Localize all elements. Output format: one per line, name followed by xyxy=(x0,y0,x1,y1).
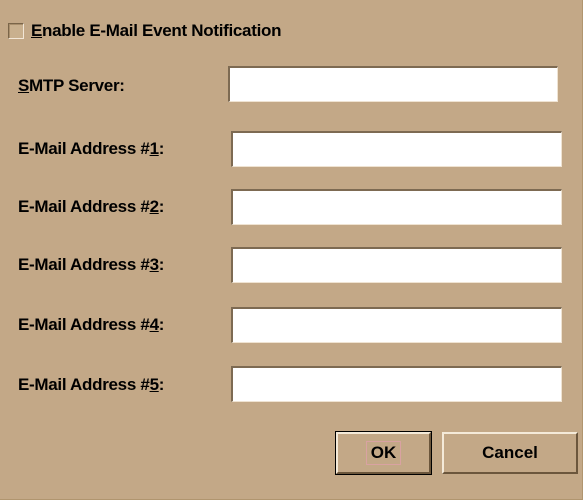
enable-email-notification-label[interactable]: Enable E-Mail Event Notification xyxy=(31,21,281,41)
email-address-1-label: E-Mail Address #1: xyxy=(18,139,165,158)
ok-button[interactable]: OK xyxy=(335,431,432,475)
email-address-3-label: E-Mail Address #3: xyxy=(18,255,165,274)
email-address-3-input[interactable] xyxy=(231,247,562,283)
email-address-4-input[interactable] xyxy=(231,307,562,343)
ok-button-label: OK xyxy=(365,441,402,465)
smtp-server-label: SMTP Server: xyxy=(18,76,125,95)
cancel-button-label: Cancel xyxy=(482,443,538,462)
smtp-server-input[interactable] xyxy=(228,66,558,102)
email-address-5-input[interactable] xyxy=(231,366,562,402)
enable-email-notification-checkbox[interactable] xyxy=(8,23,24,39)
enable-email-notification-option[interactable]: Enable E-Mail Event Notification xyxy=(8,20,281,42)
email-notification-dialog: Enable E-Mail Event Notification SMTP Se… xyxy=(0,0,583,500)
cancel-button[interactable]: Cancel xyxy=(442,432,578,474)
email-address-5-label: E-Mail Address #5: xyxy=(18,375,165,394)
email-address-2-label: E-Mail Address #2: xyxy=(18,197,165,216)
email-address-2-input[interactable] xyxy=(231,189,562,225)
email-address-1-input[interactable] xyxy=(231,131,562,167)
email-address-4-label: E-Mail Address #4: xyxy=(18,315,165,334)
